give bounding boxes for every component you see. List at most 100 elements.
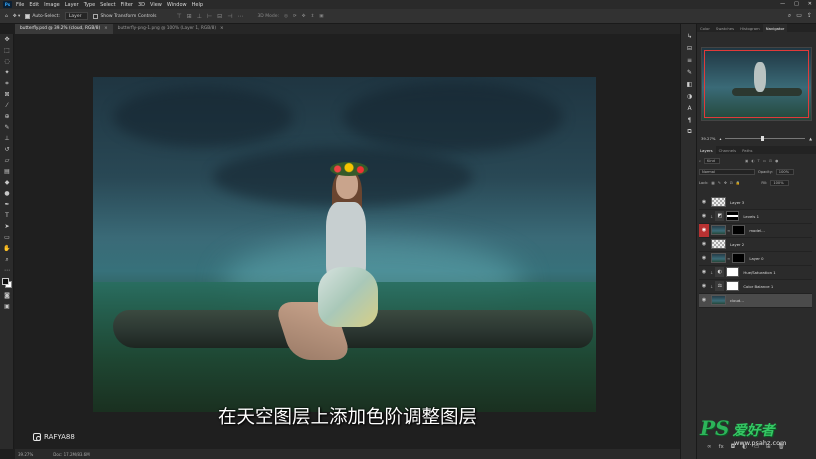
magic-wand-icon[interactable]: ✦ (0, 67, 14, 78)
3d-roll-icon[interactable]: ⟳ (293, 14, 297, 19)
visibility-eye-icon[interactable]: ◉ (699, 266, 709, 280)
character-panel-icon[interactable]: A (681, 102, 698, 114)
libraries-panel-icon[interactable]: ◧ (681, 78, 698, 90)
status-zoom[interactable]: 39.27% (18, 452, 33, 457)
3d-pan-icon[interactable]: ✥ (302, 14, 306, 19)
menu-filter[interactable]: Filter (121, 2, 133, 8)
dodge-tool-icon[interactable]: ● (0, 188, 14, 199)
auto-select-checkbox[interactable] (25, 13, 31, 19)
show-transform-option[interactable]: Show Transform Controls (93, 13, 156, 19)
styles-panel-icon[interactable]: ◑ (681, 90, 698, 102)
eyedropper-icon[interactable]: ⁄ (0, 100, 14, 111)
visibility-eye-icon[interactable]: ◉ (699, 252, 709, 266)
chain-link-icon[interactable]: ∞ (727, 228, 730, 233)
brush-panel-icon[interactable]: ✎ (681, 66, 698, 78)
properties-panel-icon[interactable]: ⊟ (681, 42, 698, 54)
healing-brush-icon[interactable]: ⊕ (0, 111, 14, 122)
navigator-zoom-value[interactable]: 39.27% (701, 136, 715, 141)
home-icon[interactable]: ⌂ (5, 14, 8, 19)
layer-row-selected[interactable]: ◉ cloud... (699, 294, 812, 308)
lasso-tool-icon[interactable]: ◌ (0, 56, 14, 67)
paragraph-panel-icon[interactable]: ¶ (681, 114, 698, 126)
visibility-eye-icon[interactable]: ◉ (699, 238, 709, 252)
visibility-eye-icon[interactable]: ◉ (699, 223, 709, 237)
menu-help[interactable]: Help (192, 2, 203, 8)
glyphs-panel-icon[interactable]: ⧉ (681, 126, 698, 138)
visibility-eye-icon[interactable]: ◉ (699, 196, 709, 210)
move-tool-icon[interactable]: ✥ (0, 34, 14, 45)
layer-mask-thumbnail[interactable] (726, 281, 740, 292)
menu-edit[interactable]: Edit (29, 2, 39, 8)
tab-layers[interactable]: Layers (697, 146, 716, 154)
tab-color[interactable]: Color (697, 24, 713, 32)
layer-row[interactable]: ◉ ∞ model... (699, 223, 812, 238)
align-left-icon[interactable]: ⊢ (207, 13, 212, 20)
tab-paths[interactable]: Paths (739, 146, 755, 154)
chain-link-icon[interactable]: ∞ (727, 256, 730, 261)
quick-mask-icon[interactable]: ◙ (0, 290, 14, 301)
type-tool-icon[interactable]: T (0, 210, 14, 221)
tab-histogram[interactable]: Histogram (737, 24, 763, 32)
tab-swatches[interactable]: Swatches (713, 24, 737, 32)
tab-butterfly-psd[interactable]: butterfly.psd @ 39.2% (cloud, RGB/8) × (15, 24, 113, 34)
align-center-icon[interactable]: ⊟ (217, 13, 222, 20)
menu-file[interactable]: File (16, 2, 24, 8)
auto-select-option[interactable]: Auto-Select: (25, 13, 60, 19)
3d-scale-icon[interactable]: ▣ (319, 14, 323, 19)
shape-filter-icon[interactable]: ▭ (763, 159, 766, 163)
opacity-input[interactable]: 100% (775, 168, 795, 175)
close-icon[interactable]: × (104, 26, 108, 31)
close-window-button[interactable]: ✕ (808, 1, 812, 7)
layer-row[interactable]: ◉ Layer 3 (699, 196, 812, 210)
shape-tool-icon[interactable]: ▭ (0, 232, 14, 243)
crop-tool-icon[interactable]: ⌗ (0, 78, 14, 89)
adjustments-panel-icon[interactable]: ≡ (681, 54, 698, 66)
zoom-in-icon[interactable]: ▲ (809, 136, 812, 141)
visibility-eye-icon[interactable]: ◉ (699, 210, 709, 224)
close-icon[interactable]: × (220, 26, 224, 31)
minimize-button[interactable]: — (780, 1, 785, 7)
lock-pixels-icon[interactable]: ▦ (711, 181, 714, 185)
layer-row[interactable]: ◉ ∞ Layer 0 (699, 252, 812, 266)
layer-mask-thumbnail[interactable] (726, 267, 740, 278)
pen-tool-icon[interactable]: ✒ (0, 199, 14, 210)
lock-all-icon[interactable]: 🔒 (736, 181, 740, 185)
workspace-icon[interactable]: ▭ (796, 12, 802, 20)
adjustment-filter-icon[interactable]: ◐ (751, 159, 754, 163)
path-selection-icon[interactable]: ➤ (0, 221, 14, 232)
3d-slide-icon[interactable]: ⇕ (310, 14, 314, 19)
menu-3d[interactable]: 3D (138, 2, 145, 8)
visibility-eye-icon[interactable]: ◉ (699, 280, 709, 294)
layer-mask-thumbnail[interactable] (732, 225, 746, 236)
lock-artboard-icon[interactable]: ⊡ (730, 181, 733, 185)
history-panel-icon[interactable]: ↳ (681, 30, 698, 42)
align-bottom-icon[interactable]: ⊥ (197, 13, 202, 20)
show-transform-checkbox[interactable] (93, 13, 99, 19)
move-tool-icon[interactable]: ✥ ▾ (13, 14, 20, 19)
layer-row[interactable]: ◉ ↓ ◩ Levels 1 (699, 210, 812, 224)
layer-row[interactable]: ◉ ↓ ◐ Hue/Saturation 1 (699, 266, 812, 280)
distribute-icon[interactable]: ⋯ (237, 13, 243, 20)
lock-position-icon[interactable]: ✥ (724, 181, 727, 185)
zoom-tool-icon[interactable]: ⌕ (0, 254, 14, 265)
menu-type[interactable]: Type (84, 2, 95, 8)
menu-image[interactable]: Image (44, 2, 60, 8)
pixel-filter-icon[interactable]: ▣ (745, 159, 748, 163)
menu-view[interactable]: View (150, 2, 162, 8)
fill-input[interactable]: 100% (770, 179, 789, 186)
search-icon[interactable]: ⌕ (788, 12, 791, 20)
layer-mask-thumbnail[interactable] (732, 253, 746, 264)
blend-mode-dropdown[interactable]: Normal (699, 168, 755, 175)
foreground-color-swatch[interactable] (2, 278, 9, 285)
layer-row[interactable]: ◉ ↓ ⚖ Color Balance 1 (699, 280, 812, 294)
hand-tool-icon[interactable]: ✋ (0, 243, 14, 254)
history-brush-icon[interactable]: ↺ (0, 144, 14, 155)
screen-mode-icon[interactable]: ▣ (0, 301, 14, 312)
kind-dropdown[interactable]: Kind (704, 157, 720, 164)
layer-mask-thumbnail[interactable] (726, 211, 740, 222)
blur-tool-icon[interactable]: ◆ (0, 177, 14, 188)
auto-select-target-dropdown[interactable]: Layer (64, 12, 89, 20)
align-top-icon[interactable]: ⊤ (176, 13, 181, 20)
tab-butterfly-png[interactable]: butterfly-png-1.png @ 100% (Layer 1, RGB… (113, 24, 229, 34)
clone-stamp-icon[interactable]: ⊥ (0, 133, 14, 144)
